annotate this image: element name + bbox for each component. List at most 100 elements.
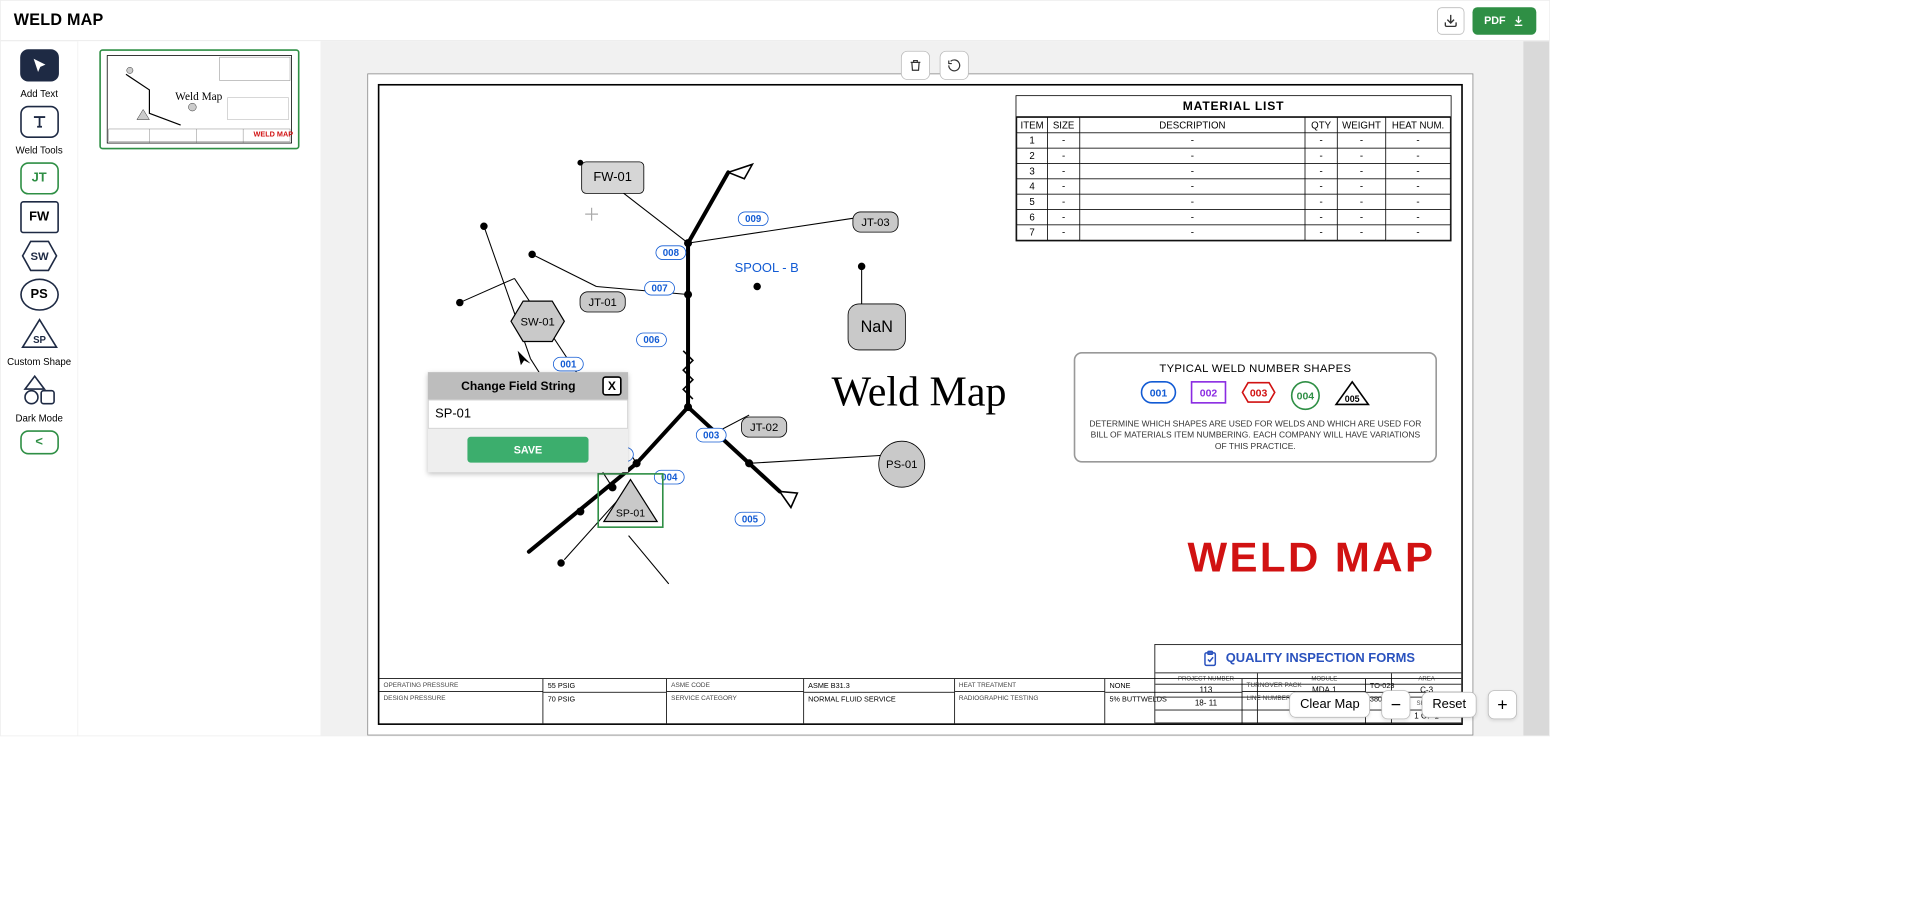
app-root: WELD MAP PDF Add Text Weld Tools JT FW — [0, 0, 1550, 736]
watermark-text: Weld Map — [832, 368, 1007, 416]
sp-tool[interactable]: SP — [20, 317, 59, 349]
zoom-out-button[interactable]: − — [1381, 690, 1410, 719]
table-header-row: ITEM SIZE DESCRIPTION QTY WEIGHT HEAT NU… — [1017, 117, 1451, 132]
weld-pill-001[interactable]: 001 — [553, 357, 584, 372]
delete-button[interactable] — [901, 51, 930, 80]
svg-text:003: 003 — [1250, 388, 1268, 399]
node-ps01[interactable]: PS-01 — [878, 441, 925, 488]
table-row: 1----- — [1017, 133, 1451, 148]
svg-text:SW-01: SW-01 — [520, 316, 554, 328]
node-jt02[interactable]: JT-02 — [741, 417, 787, 438]
drawing-sheet[interactable]: 001 002 003 004 005 006 007 008 009 FW-0… — [367, 73, 1473, 735]
fw-tool[interactable]: FW — [20, 201, 59, 233]
edit-popup: Change Field String X SAVE — [428, 372, 628, 472]
typical-shapes-box: TYPICAL WELD NUMBER SHAPES 001 002 003 0… — [1074, 352, 1437, 462]
top-bar: WELD MAP PDF — [1, 1, 1549, 41]
node-nan[interactable]: NaN — [848, 304, 906, 351]
collapse-button[interactable]: < — [20, 430, 59, 454]
shape-circle: 004 — [1291, 381, 1320, 410]
table-row: 6----- — [1017, 209, 1451, 224]
shapes-note: DETERMINE WHICH SHAPES ARE USED FOR WELD… — [1087, 418, 1424, 452]
tri-node-icon: SP-01 — [601, 476, 661, 524]
reset-button[interactable]: Reset — [1422, 692, 1477, 718]
shape-row: 001 002 003 004 005 — [1087, 381, 1424, 410]
table-row: 4----- — [1017, 179, 1451, 194]
select-tool[interactable] — [20, 49, 59, 81]
big-red-label: WELD MAP — [1187, 534, 1435, 582]
material-list-table: ITEM SIZE DESCRIPTION QTY WEIGHT HEAT NU… — [1016, 117, 1450, 241]
canvas-toolbar — [901, 51, 969, 80]
table-row: 3----- — [1017, 163, 1451, 178]
weld-pill-007[interactable]: 007 — [644, 281, 675, 296]
shapes-icon — [21, 375, 57, 406]
jt-tool[interactable]: JT — [20, 162, 59, 194]
thumb-watermark: Weld Map — [175, 91, 222, 104]
ps-tool[interactable]: PS — [20, 279, 59, 311]
download-icon — [1512, 14, 1525, 27]
sw-tool[interactable]: SW — [20, 240, 59, 272]
refresh-icon — [947, 58, 962, 73]
node-jt03[interactable]: JT-03 — [853, 212, 899, 233]
node-jt01[interactable]: JT-01 — [580, 291, 626, 312]
scrollbar-track[interactable] — [1523, 41, 1549, 735]
import-button[interactable] — [1437, 7, 1464, 34]
svg-text:SP-01: SP-01 — [616, 509, 645, 520]
shape-tri: 005 — [1334, 381, 1370, 405]
shape-hex: 003 — [1241, 381, 1277, 404]
thumb-red-label: WELD MAP — [253, 130, 293, 138]
weld-pill-006[interactable]: 006 — [636, 333, 667, 348]
popup-save-button[interactable]: SAVE — [467, 437, 588, 463]
weld-pill-005[interactable]: 005 — [735, 512, 766, 527]
popup-close-button[interactable]: X — [602, 376, 621, 395]
text-icon — [29, 112, 48, 131]
table-row: 5----- — [1017, 194, 1451, 209]
svg-text:SW: SW — [30, 251, 49, 263]
shapes-box-title: TYPICAL WELD NUMBER SHAPES — [1087, 362, 1424, 375]
node-fw01[interactable]: FW-01 — [581, 161, 644, 193]
pdf-label: PDF — [1484, 15, 1506, 27]
material-list: MATERIAL LIST ITEM SIZE DESCRIPTION QTY … — [1016, 95, 1452, 241]
node-sw01[interactable]: SW-01 — [509, 299, 567, 344]
hex-node-icon: SW-01 — [509, 299, 567, 344]
trash-icon — [908, 58, 923, 73]
sidebar: Add Text Weld Tools JT FW SW PS SP Custo… — [1, 41, 79, 735]
clear-map-button[interactable]: Clear Map — [1290, 692, 1371, 718]
weld-pill-009[interactable]: 009 — [738, 212, 769, 227]
shape-square: 002 — [1191, 381, 1227, 404]
popup-input[interactable] — [428, 400, 628, 429]
text-tool[interactable] — [20, 106, 59, 138]
custom-shape-label: Custom Shape — [7, 356, 71, 367]
dark-mode-label: Dark Mode — [15, 413, 62, 424]
table-row: 2----- — [1017, 148, 1451, 163]
qif-header: QUALITY INSPECTION FORMS — [1155, 645, 1461, 673]
zoom-in-button[interactable]: + — [1488, 690, 1517, 719]
popup-title: Change Field String — [434, 379, 602, 393]
hexagon-icon: SW — [21, 240, 58, 272]
weld-tools-label: Weld Tools — [16, 145, 63, 156]
spool-label: SPOOL - B — [735, 262, 799, 277]
svg-text:SP: SP — [33, 335, 46, 346]
refresh-button[interactable] — [940, 51, 969, 80]
material-list-title: MATERIAL LIST — [1016, 96, 1450, 117]
clipboard-check-icon — [1202, 650, 1220, 668]
add-text-label: Add Text — [20, 88, 58, 99]
top-actions: PDF — [1437, 7, 1536, 34]
canvas-area: 001 002 003 004 005 006 007 008 009 FW-0… — [320, 41, 1549, 735]
sheet-border: 001 002 003 004 005 006 007 008 009 FW-0… — [378, 84, 1463, 725]
cursor-icon — [30, 57, 48, 75]
popup-header: Change Field String X — [428, 372, 628, 399]
page-thumbnail[interactable]: Weld Map WELD MAP — [99, 49, 299, 149]
triangle-icon: SP — [20, 317, 59, 349]
import-icon — [1443, 13, 1459, 29]
thumbnail-column: Weld Map WELD MAP — [78, 41, 320, 735]
weld-pill-008[interactable]: 008 — [656, 245, 687, 260]
page-title: WELD MAP — [14, 11, 104, 30]
svg-text:005: 005 — [1345, 394, 1360, 404]
custom-shape-tool[interactable] — [20, 374, 59, 406]
table-row: 7----- — [1017, 225, 1451, 240]
content: Add Text Weld Tools JT FW SW PS SP Custo… — [1, 41, 1549, 735]
node-sp01[interactable]: SP-01 — [601, 476, 661, 524]
shape-round: 001 — [1141, 381, 1177, 404]
weld-pill-003[interactable]: 003 — [696, 428, 727, 443]
pdf-export-button[interactable]: PDF — [1473, 7, 1537, 34]
